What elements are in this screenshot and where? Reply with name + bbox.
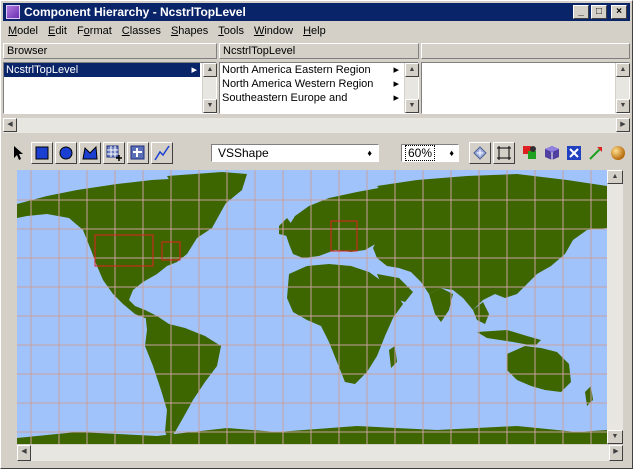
pointer-icon xyxy=(14,146,23,160)
menu-window[interactable]: Window xyxy=(249,25,298,37)
close-button[interactable]: × xyxy=(611,5,627,19)
browser-column-1: Browser NcstrlTopLevel ▸ ▲ ▼ xyxy=(3,43,217,115)
menu-classes[interactable]: Classes xyxy=(117,25,166,37)
scroll-left-button[interactable]: ◀ xyxy=(17,445,31,461)
shapes-color-icon xyxy=(523,146,536,159)
arrow-line-tool[interactable] xyxy=(585,142,607,164)
shape-class-select[interactable]: VSShape ♦ xyxy=(211,144,379,162)
chevron-right-icon: ▸ xyxy=(393,92,399,104)
updown-icon: ♦ xyxy=(367,148,372,158)
vertical-scrollbar[interactable]: ▲ ▼ xyxy=(202,63,217,113)
map-vertical-scrollbar[interactable]: ▲ ▼ xyxy=(607,170,623,444)
list-item[interactable]: Southeastern Europe and ▸ xyxy=(220,91,402,105)
window-title: Component Hierarchy - NcstrlTopLevel xyxy=(24,5,246,19)
chevron-right-icon: ▸ xyxy=(191,64,197,76)
browser-column-3: ▲ ▼ xyxy=(421,43,630,115)
frame-tool[interactable] xyxy=(493,142,515,164)
column-header: NcstrlTopLevel xyxy=(219,43,419,59)
map-horizontal-scrollbar[interactable]: ◀ ▶ xyxy=(17,445,623,461)
vertical-scrollbar[interactable]: ▲ ▼ xyxy=(615,63,630,113)
pointer-tool[interactable] xyxy=(7,142,29,164)
browser-horizontal-scrollbar[interactable]: ◀ ▶ xyxy=(3,118,630,133)
list-item-ncstrltoplevel[interactable]: NcstrlTopLevel ▸ xyxy=(4,63,200,77)
maximize-button[interactable]: □ xyxy=(591,5,607,19)
menu-format[interactable]: Format xyxy=(72,25,117,37)
grid-insert-tool[interactable] xyxy=(127,142,149,164)
menu-help[interactable]: Help xyxy=(298,25,331,37)
maximize-icon: □ xyxy=(595,6,603,17)
scroll-down-button[interactable]: ▼ xyxy=(616,99,630,113)
scroll-left-button[interactable]: ◀ xyxy=(3,118,17,132)
sphere-icon xyxy=(611,146,625,160)
class-browser: Browser NcstrlTopLevel ▸ ▲ ▼ NcstrlTopLe… xyxy=(3,43,630,115)
frame-icon xyxy=(497,146,511,160)
vertical-scrollbar[interactable]: ▲ ▼ xyxy=(404,63,419,113)
grid-add-icon xyxy=(106,145,122,161)
move-tool[interactable] xyxy=(469,142,491,164)
scroll-down-button[interactable]: ▼ xyxy=(607,430,623,444)
rectangle-tool[interactable] xyxy=(31,142,53,164)
world-map xyxy=(17,170,607,444)
rectangle-icon xyxy=(35,146,49,160)
updown-icon: ♦ xyxy=(449,148,454,158)
chevron-right-icon: ▸ xyxy=(393,78,399,90)
column-header: Browser xyxy=(3,43,217,59)
scroll-up-button[interactable]: ▲ xyxy=(607,170,623,184)
grid-insert-icon xyxy=(130,145,145,160)
list-item[interactable]: North America Eastern Region ▸ xyxy=(220,63,402,77)
title-bar[interactable]: Component Hierarchy - NcstrlTopLevel _ □… xyxy=(3,3,630,21)
arrow-line-icon xyxy=(589,147,602,160)
column-list[interactable]: North America Eastern Region ▸ North Ame… xyxy=(219,62,419,114)
polyline-tool[interactable] xyxy=(151,142,173,164)
minimize-icon: _ xyxy=(578,6,584,17)
ellipse-icon xyxy=(59,146,73,160)
application-window: Component Hierarchy - NcstrlTopLevel _ □… xyxy=(0,0,633,469)
polygon-icon xyxy=(82,146,98,160)
cube-icon xyxy=(545,146,559,160)
browser-column-2: NcstrlTopLevel North America Eastern Reg… xyxy=(219,43,419,115)
scroll-right-button[interactable]: ▶ xyxy=(609,445,623,461)
menu-shapes[interactable]: Shapes xyxy=(166,25,213,37)
polygon-tool[interactable] xyxy=(79,142,101,164)
shape-toolbar: VSShape ♦ 60% ♦ xyxy=(3,138,630,168)
zoom-select[interactable]: 60% ♦ xyxy=(401,144,459,162)
chevron-right-icon: ▸ xyxy=(393,64,399,76)
list-item[interactable]: North America Western Region ▸ xyxy=(220,77,402,91)
cube-tool[interactable] xyxy=(541,142,563,164)
ellipse-tool[interactable] xyxy=(55,142,77,164)
sphere-tool[interactable] xyxy=(607,142,629,164)
scroll-down-button[interactable]: ▼ xyxy=(405,99,419,113)
menu-bar: Model Edit Format Classes Shapes Tools W… xyxy=(3,22,331,40)
map-canvas[interactable] xyxy=(17,170,607,444)
menu-edit[interactable]: Edit xyxy=(43,25,72,37)
move-icon xyxy=(473,146,487,160)
minimize-button[interactable]: _ xyxy=(573,5,589,19)
app-icon xyxy=(6,5,20,19)
scroll-up-button[interactable]: ▲ xyxy=(405,63,419,77)
scroll-down-button[interactable]: ▼ xyxy=(203,99,217,113)
grid-add-tool[interactable] xyxy=(103,142,125,164)
menu-model[interactable]: Model xyxy=(3,25,43,37)
column-list[interactable]: ▲ ▼ xyxy=(421,62,630,114)
box-x-tool[interactable] xyxy=(563,142,585,164)
column-list[interactable]: NcstrlTopLevel ▸ ▲ ▼ xyxy=(3,62,217,114)
box-x-icon xyxy=(567,146,581,160)
scroll-right-button[interactable]: ▶ xyxy=(616,118,630,132)
shapes-color-tool[interactable] xyxy=(519,142,541,164)
scroll-up-button[interactable]: ▲ xyxy=(203,63,217,77)
menu-tools[interactable]: Tools xyxy=(213,25,249,37)
column-header xyxy=(421,43,630,59)
close-icon: × xyxy=(616,6,622,17)
scroll-up-button[interactable]: ▲ xyxy=(616,63,630,77)
polyline-icon xyxy=(154,145,170,161)
